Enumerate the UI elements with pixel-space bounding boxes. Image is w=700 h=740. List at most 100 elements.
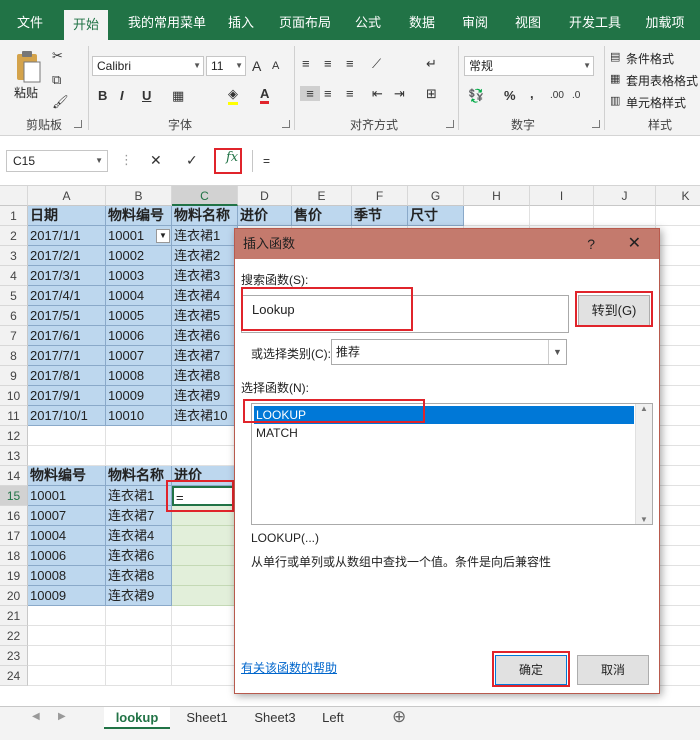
- ribbon-tab-7[interactable]: 审阅: [454, 0, 496, 40]
- clipboard-launcher[interactable]: [74, 120, 82, 128]
- cell[interactable]: [656, 666, 700, 686]
- format-painter-icon[interactable]: 🖌: [52, 94, 69, 110]
- table1-cell[interactable]: 连衣裙10: [172, 406, 238, 426]
- row-header-16[interactable]: 16: [0, 506, 28, 526]
- cell[interactable]: [656, 306, 700, 326]
- merge-center-icon[interactable]: ⊞: [426, 86, 437, 102]
- table1-cell[interactable]: 2017/3/1: [28, 266, 106, 286]
- ribbon-tab-0[interactable]: 文件: [10, 0, 50, 40]
- cell[interactable]: [172, 426, 238, 446]
- enter-icon[interactable]: ✓: [186, 152, 198, 169]
- column-header-e[interactable]: E: [292, 186, 352, 206]
- table1-cell[interactable]: 连衣裙6: [172, 326, 238, 346]
- column-header-c[interactable]: C: [172, 186, 238, 206]
- underline-icon[interactable]: U: [142, 88, 151, 103]
- copy-icon[interactable]: ⧉: [52, 72, 61, 88]
- cell[interactable]: [28, 606, 106, 626]
- scroll-up-icon[interactable]: ▲: [636, 404, 652, 413]
- table1-cell[interactable]: 连衣裙5: [172, 306, 238, 326]
- row-header-15[interactable]: 15: [0, 486, 28, 506]
- cell[interactable]: [106, 446, 172, 466]
- cell[interactable]: [656, 346, 700, 366]
- cell[interactable]: [656, 466, 700, 486]
- cell[interactable]: [28, 646, 106, 666]
- comma-icon[interactable]: ,: [530, 86, 534, 101]
- function-list[interactable]: LOOKUP MATCH ▲ ▼: [251, 403, 653, 525]
- table1-header-cell[interactable]: 进价: [238, 206, 292, 226]
- column-header-d[interactable]: D: [238, 186, 292, 206]
- table2-cell[interactable]: 连衣裙6: [106, 546, 172, 566]
- next-sheet-icon[interactable]: ▶: [58, 711, 66, 722]
- cell-styles-label[interactable]: 单元格样式: [626, 94, 686, 111]
- active-cell-c15[interactable]: =: [172, 486, 238, 506]
- table1-cell[interactable]: 连衣裙8: [172, 366, 238, 386]
- cut-icon[interactable]: ✂: [52, 48, 63, 64]
- align-middle-icon[interactable]: ≡: [324, 56, 332, 71]
- table2-cell[interactable]: 连衣裙9: [106, 586, 172, 606]
- row-header-8[interactable]: 8: [0, 346, 28, 366]
- table1-cell[interactable]: 连衣裙3: [172, 266, 238, 286]
- table2-cell[interactable]: 10001: [28, 486, 106, 506]
- row-header-6[interactable]: 6: [0, 306, 28, 326]
- cancel-button[interactable]: 取消: [577, 655, 649, 685]
- cell[interactable]: [172, 666, 238, 686]
- row-header-18[interactable]: 18: [0, 546, 28, 566]
- table1-header-cell[interactable]: 尺寸: [408, 206, 464, 226]
- shrink-font-icon[interactable]: A: [272, 60, 279, 72]
- column-header-i[interactable]: I: [530, 186, 594, 206]
- table1-cell[interactable]: 连衣裙7: [172, 346, 238, 366]
- font-name-combo[interactable]: Calibri ▼: [92, 56, 204, 76]
- category-select[interactable]: 推荐 ▼: [331, 339, 567, 365]
- ribbon-tab-1[interactable]: 开始: [64, 10, 108, 40]
- align-center-icon[interactable]: ≡: [324, 86, 332, 101]
- ribbon-tab-4[interactable]: 页面布局: [272, 0, 338, 40]
- cell[interactable]: [656, 646, 700, 666]
- table2-cell[interactable]: [172, 526, 238, 546]
- cell[interactable]: [656, 226, 700, 246]
- table2-cell[interactable]: [172, 546, 238, 566]
- cell[interactable]: [656, 386, 700, 406]
- decrease-decimal-icon[interactable]: .0: [572, 90, 580, 101]
- cell[interactable]: [106, 426, 172, 446]
- table1-header-cell[interactable]: 物料名称: [172, 206, 238, 226]
- column-header-a[interactable]: A: [28, 186, 106, 206]
- table2-cell[interactable]: 10009: [28, 586, 106, 606]
- row-header-4[interactable]: 4: [0, 266, 28, 286]
- orientation-icon[interactable]: ⟋: [372, 56, 381, 72]
- table1-cell[interactable]: 2017/6/1: [28, 326, 106, 346]
- row-header-21[interactable]: 21: [0, 606, 28, 626]
- column-header-j[interactable]: J: [594, 186, 656, 206]
- table1-cell[interactable]: 连衣裙4: [172, 286, 238, 306]
- paste-icon[interactable]: [14, 50, 42, 84]
- sheet-tab-sheet1[interactable]: Sheet1: [176, 707, 238, 729]
- cell[interactable]: [656, 486, 700, 506]
- cell[interactable]: [656, 406, 700, 426]
- accounting-icon[interactable]: 💱: [468, 88, 484, 104]
- name-box[interactable]: C15 ▼: [6, 150, 108, 172]
- number-format-combo[interactable]: 常规 ▼: [464, 56, 594, 76]
- paste-label[interactable]: 粘贴: [14, 84, 38, 101]
- cell[interactable]: [172, 606, 238, 626]
- ribbon-tab-10[interactable]: 加载项: [636, 0, 694, 40]
- row-header-17[interactable]: 17: [0, 526, 28, 546]
- cell[interactable]: [172, 446, 238, 466]
- cell[interactable]: [28, 626, 106, 646]
- cell[interactable]: [656, 626, 700, 646]
- format-as-table-label[interactable]: 套用表格格式: [626, 72, 698, 89]
- row-header-14[interactable]: 14: [0, 466, 28, 486]
- row-header-10[interactable]: 10: [0, 386, 28, 406]
- cell[interactable]: [656, 526, 700, 546]
- table2-cell[interactable]: 连衣裙8: [106, 566, 172, 586]
- table2-header-cell[interactable]: 物料编号: [28, 466, 106, 486]
- column-header-b[interactable]: B: [106, 186, 172, 206]
- align-left-icon[interactable]: ≡: [300, 86, 320, 101]
- select-all-corner[interactable]: [0, 186, 28, 206]
- table1-cell[interactable]: 10003: [106, 266, 172, 286]
- cancel-icon[interactable]: ✕: [150, 152, 162, 169]
- format-as-table-icon[interactable]: ▦: [610, 72, 620, 85]
- cell[interactable]: [106, 626, 172, 646]
- table1-cell[interactable]: 2017/9/1: [28, 386, 106, 406]
- column-header-g[interactable]: G: [408, 186, 464, 206]
- cell[interactable]: [656, 506, 700, 526]
- row-header-1[interactable]: 1: [0, 206, 28, 226]
